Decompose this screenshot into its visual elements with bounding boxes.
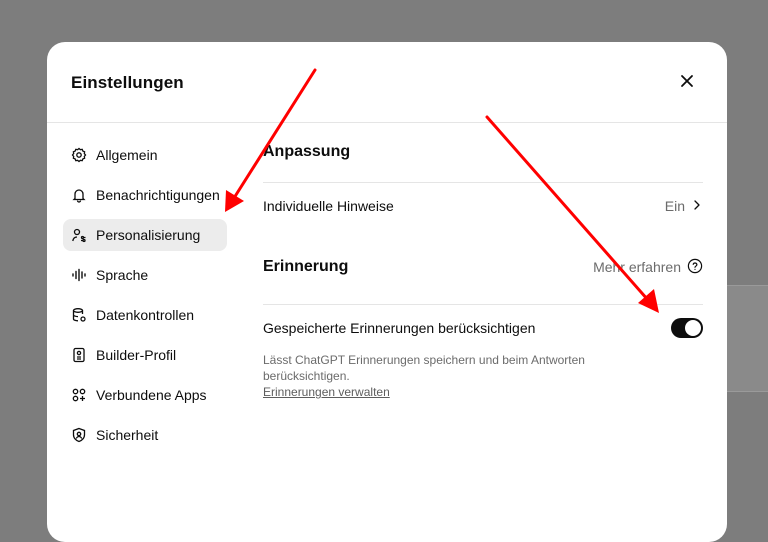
modal-title: Einstellungen [71, 73, 184, 92]
sidebar-item-label: Builder-Profil [96, 347, 177, 363]
memory-description: Lässt ChatGPT Erinnerungen speichern und… [263, 353, 585, 383]
saved-memories-toggle[interactable] [671, 317, 703, 338]
sidebar-item-label: Sprache [96, 267, 149, 283]
sidebar-item-label: Benachrichtigungen [96, 187, 220, 203]
close-button[interactable] [675, 71, 699, 95]
waveform-icon [71, 267, 87, 283]
sidebar-item-label: Sicherheit [96, 427, 159, 443]
background-panel [720, 285, 768, 392]
sidebar-item-label: Verbundene Apps [96, 387, 207, 403]
section-title-anpassung: Anpassung [263, 143, 351, 160]
sidebar-item-builder-profil[interactable]: Builder-Profil [63, 339, 227, 371]
apps-grid-icon [71, 387, 87, 403]
section-title-erinnerung: Erinnerung [263, 258, 349, 275]
learn-more-link[interactable]: Mehr erfahren [593, 258, 703, 277]
sidebar-item-datenkontrollen[interactable]: Datenkontrollen [63, 299, 227, 331]
close-icon [680, 74, 694, 93]
bell-icon [71, 187, 87, 203]
sidebar-item-verbundene-apps[interactable]: Verbundene Apps [63, 379, 227, 411]
chevron-right-icon [691, 198, 703, 214]
manage-memories-link[interactable]: Erinnerungen verwalten [263, 385, 703, 399]
sidebar-item-label: Datenkontrollen [96, 307, 195, 323]
saved-memories-label: Gespeicherte Erinnerungen berücksichtige… [263, 319, 536, 336]
shield-user-icon [71, 427, 87, 443]
custom-instructions-row[interactable]: Individuelle Hinweise Ein [263, 183, 703, 229]
sidebar-item-allgemein[interactable]: Allgemein [63, 139, 227, 171]
gear-icon [71, 147, 87, 163]
learn-more-label: Mehr erfahren [593, 259, 681, 275]
sidebar-item-benachrichtigungen[interactable]: Benachrichtigungen [63, 179, 227, 211]
user-sliders-icon [71, 227, 87, 243]
sidebar-item-sprache[interactable]: Sprache [63, 259, 227, 291]
settings-sidebar: Allgemein Benachrichtigungen Personalisi… [63, 139, 227, 459]
sidebar-item-personalisierung[interactable]: Personalisierung [63, 219, 227, 251]
saved-memories-row: Gespeicherte Erinnerungen berücksichtige… [263, 305, 703, 350]
custom-instructions-value-button[interactable]: Ein [665, 198, 703, 214]
settings-modal: Einstellungen Allgemein Benachrichtigung… [47, 42, 727, 542]
settings-content: Anpassung Individuelle Hinweise Ein Erin… [263, 139, 703, 399]
sidebar-item-label: Allgemein [96, 147, 158, 163]
custom-instructions-label: Individuelle Hinweise [263, 198, 394, 214]
id-card-icon [71, 347, 87, 363]
custom-instructions-value: Ein [664, 198, 685, 214]
memory-header-row: Erinnerung Mehr erfahren [263, 230, 703, 304]
modal-header: Einstellungen [47, 42, 727, 123]
help-circle-icon [687, 258, 703, 277]
database-icon [71, 307, 87, 323]
sidebar-item-label: Personalisierung [96, 227, 201, 243]
sidebar-item-sicherheit[interactable]: Sicherheit [63, 419, 227, 451]
toggle-knob [685, 319, 701, 336]
